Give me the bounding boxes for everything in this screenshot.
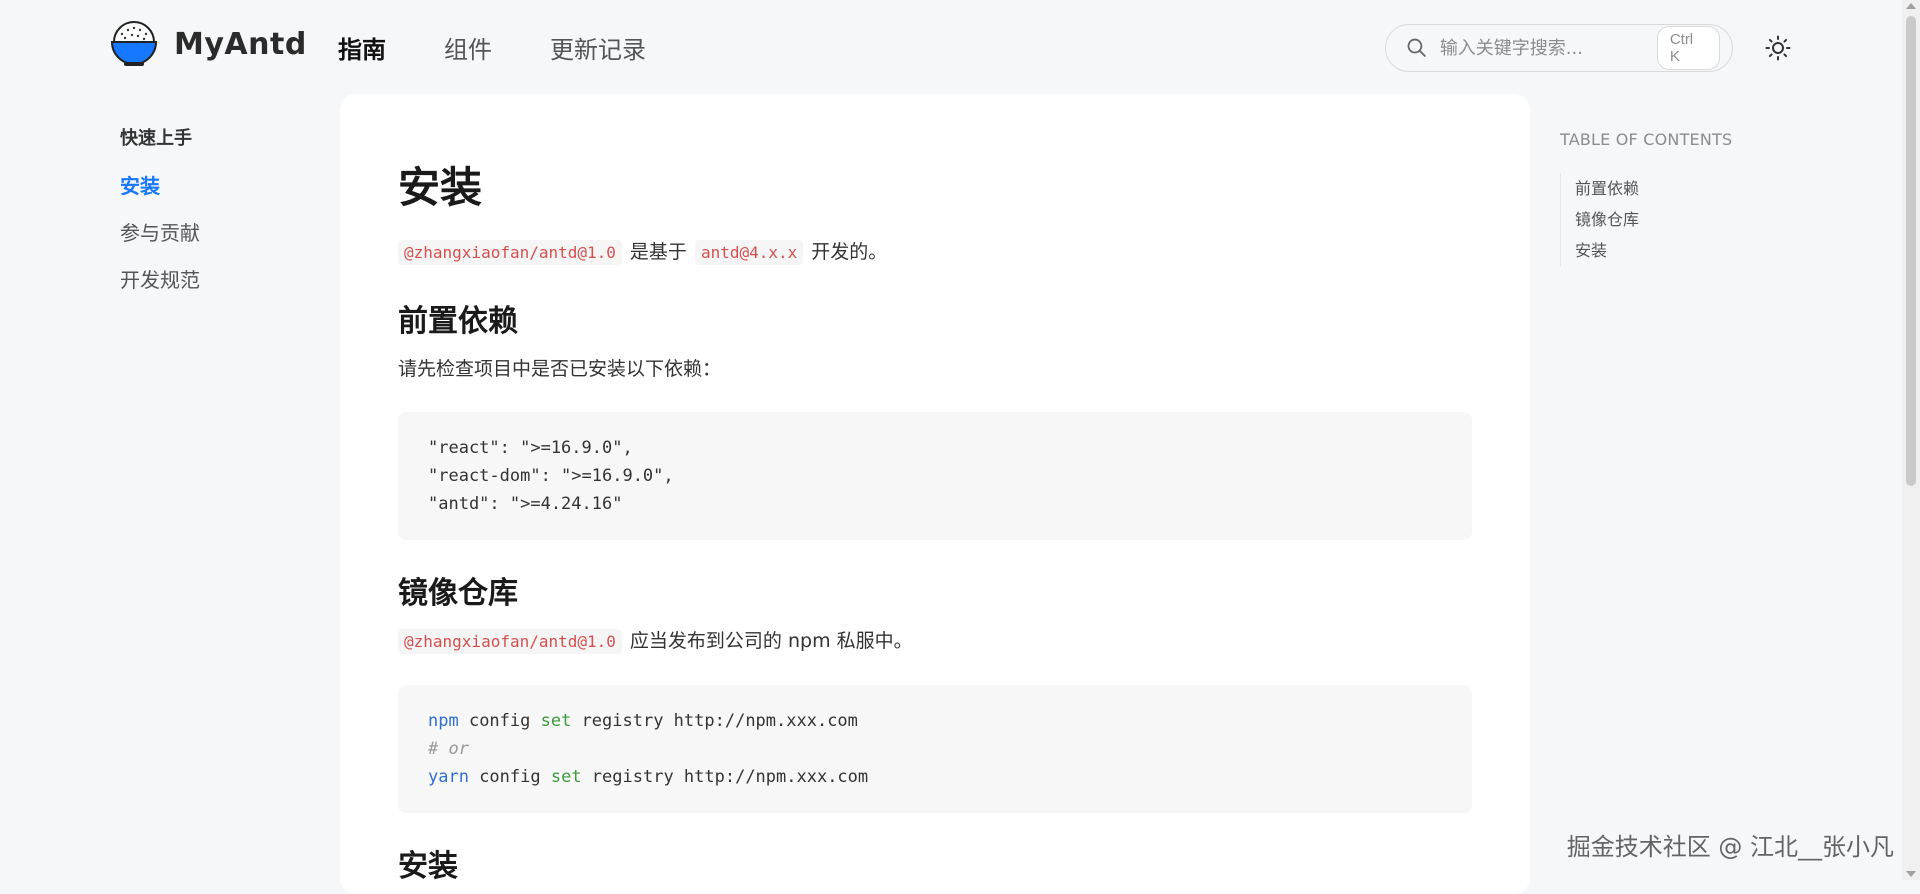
logo-link[interactable]: MyAntd bbox=[108, 18, 307, 70]
code-command: npm bbox=[428, 711, 459, 731]
sidebar-item-dev-guidelines[interactable]: 开发规范 bbox=[120, 264, 320, 293]
code-comment: # or bbox=[428, 739, 469, 759]
section-heading-install: 安装 bbox=[398, 849, 458, 884]
inline-code-antd: antd@4.x.x bbox=[694, 240, 804, 265]
code-text: config bbox=[468, 767, 551, 787]
toc-item-install[interactable]: 安装 bbox=[1575, 235, 1880, 266]
code-text: registry http://npm.xxx.com bbox=[581, 767, 869, 787]
search-box[interactable]: Ctrl K bbox=[1385, 24, 1733, 72]
intro-text-end: 开发的。 bbox=[811, 241, 888, 263]
nav-components[interactable]: 组件 bbox=[444, 30, 492, 65]
registry-text: 应当发布到公司的 npm 私服中。 bbox=[629, 630, 913, 652]
code-line: "react-dom": ">=16.9.0", bbox=[428, 466, 674, 486]
code-block-registry: npm config set registry http://npm.xxx.c… bbox=[398, 685, 1472, 813]
nav-guide[interactable]: 指南 bbox=[338, 30, 386, 65]
registry-description: @zhangxiaofan/antd@1.0 应当发布到公司的 npm 私服中。 bbox=[398, 626, 1472, 657]
inline-code-package: @zhangxiaofan/antd@1.0 bbox=[398, 629, 622, 654]
sidebar: 快速上手 安装 参与贡献 开发规范 bbox=[120, 124, 320, 311]
intro-paragraph: @zhangxiaofan/antd@1.0 是基于 antd@4.x.x 开发的。 bbox=[398, 237, 1472, 268]
header: MyAntd 指南 组件 更新记录 Ctrl K bbox=[0, 0, 1920, 96]
sun-icon[interactable] bbox=[1764, 34, 1792, 62]
code-line: npm config set registry http://npm.xxx.c… bbox=[428, 707, 1442, 735]
inline-code-package: @zhangxiaofan/antd@1.0 bbox=[398, 240, 622, 265]
section-heading-prerequisites: 前置依赖 bbox=[398, 304, 518, 339]
prerequisites-description: 请先检查项目中是否已安装以下依赖： bbox=[398, 358, 722, 380]
sidebar-item-contribute[interactable]: 参与贡献 bbox=[120, 217, 320, 246]
toc-list: 前置依赖 镜像仓库 安装 bbox=[1560, 173, 1880, 266]
toc-item-prerequisites[interactable]: 前置依赖 bbox=[1575, 173, 1880, 204]
code-command: yarn bbox=[428, 767, 469, 787]
toc-item-registry[interactable]: 镜像仓库 bbox=[1575, 204, 1880, 235]
search-icon bbox=[1407, 38, 1426, 57]
vertical-scrollbar[interactable] bbox=[1902, 0, 1920, 880]
search-input[interactable] bbox=[1437, 36, 1657, 60]
sidebar-item-install[interactable]: 安装 bbox=[120, 170, 320, 199]
search-shortcut-badge: Ctrl K bbox=[1656, 26, 1720, 70]
code-keyword: set bbox=[550, 767, 582, 787]
code-text: registry http://npm.xxx.com bbox=[571, 711, 858, 731]
watermark: 掘金技术社区 @ 江北__张小凡 bbox=[1566, 833, 1894, 861]
rice-bowl-logo-icon bbox=[110, 21, 158, 66]
section-heading-registry: 镜像仓库 bbox=[398, 576, 518, 611]
sidebar-group-title: 快速上手 bbox=[120, 128, 192, 149]
code-line: yarn config set registry http://npm.xxx.… bbox=[428, 763, 1442, 791]
code-keyword: set bbox=[540, 711, 572, 731]
code-line: "antd": ">=4.24.16" bbox=[428, 494, 623, 514]
code-text: config bbox=[458, 711, 541, 731]
top-nav: 指南 组件 更新记录 bbox=[338, 30, 704, 65]
code-line: "react": ">=16.9.0", bbox=[428, 438, 633, 458]
scroll-thumb[interactable] bbox=[1906, 16, 1916, 486]
logo-text: MyAntd bbox=[174, 26, 307, 62]
scroll-down-arrow-icon[interactable] bbox=[1906, 871, 1916, 877]
main-content: 安装 @zhangxiaofan/antd@1.0 是基于 antd@4.x.x 开发… bbox=[340, 94, 1530, 894]
intro-text: 是基于 bbox=[629, 241, 687, 263]
table-of-contents: TABLE OF CONTENTS 前置依赖 镜像仓库 安装 bbox=[1560, 130, 1880, 266]
code-block-dependencies: "react": ">=16.9.0", "react-dom": ">=16.9… bbox=[398, 412, 1472, 540]
nav-changelog[interactable]: 更新记录 bbox=[550, 30, 646, 65]
scroll-up-arrow-icon[interactable] bbox=[1906, 3, 1916, 9]
toc-title: TABLE OF CONTENTS bbox=[1560, 130, 1733, 149]
page-title: 安装 bbox=[398, 163, 483, 212]
